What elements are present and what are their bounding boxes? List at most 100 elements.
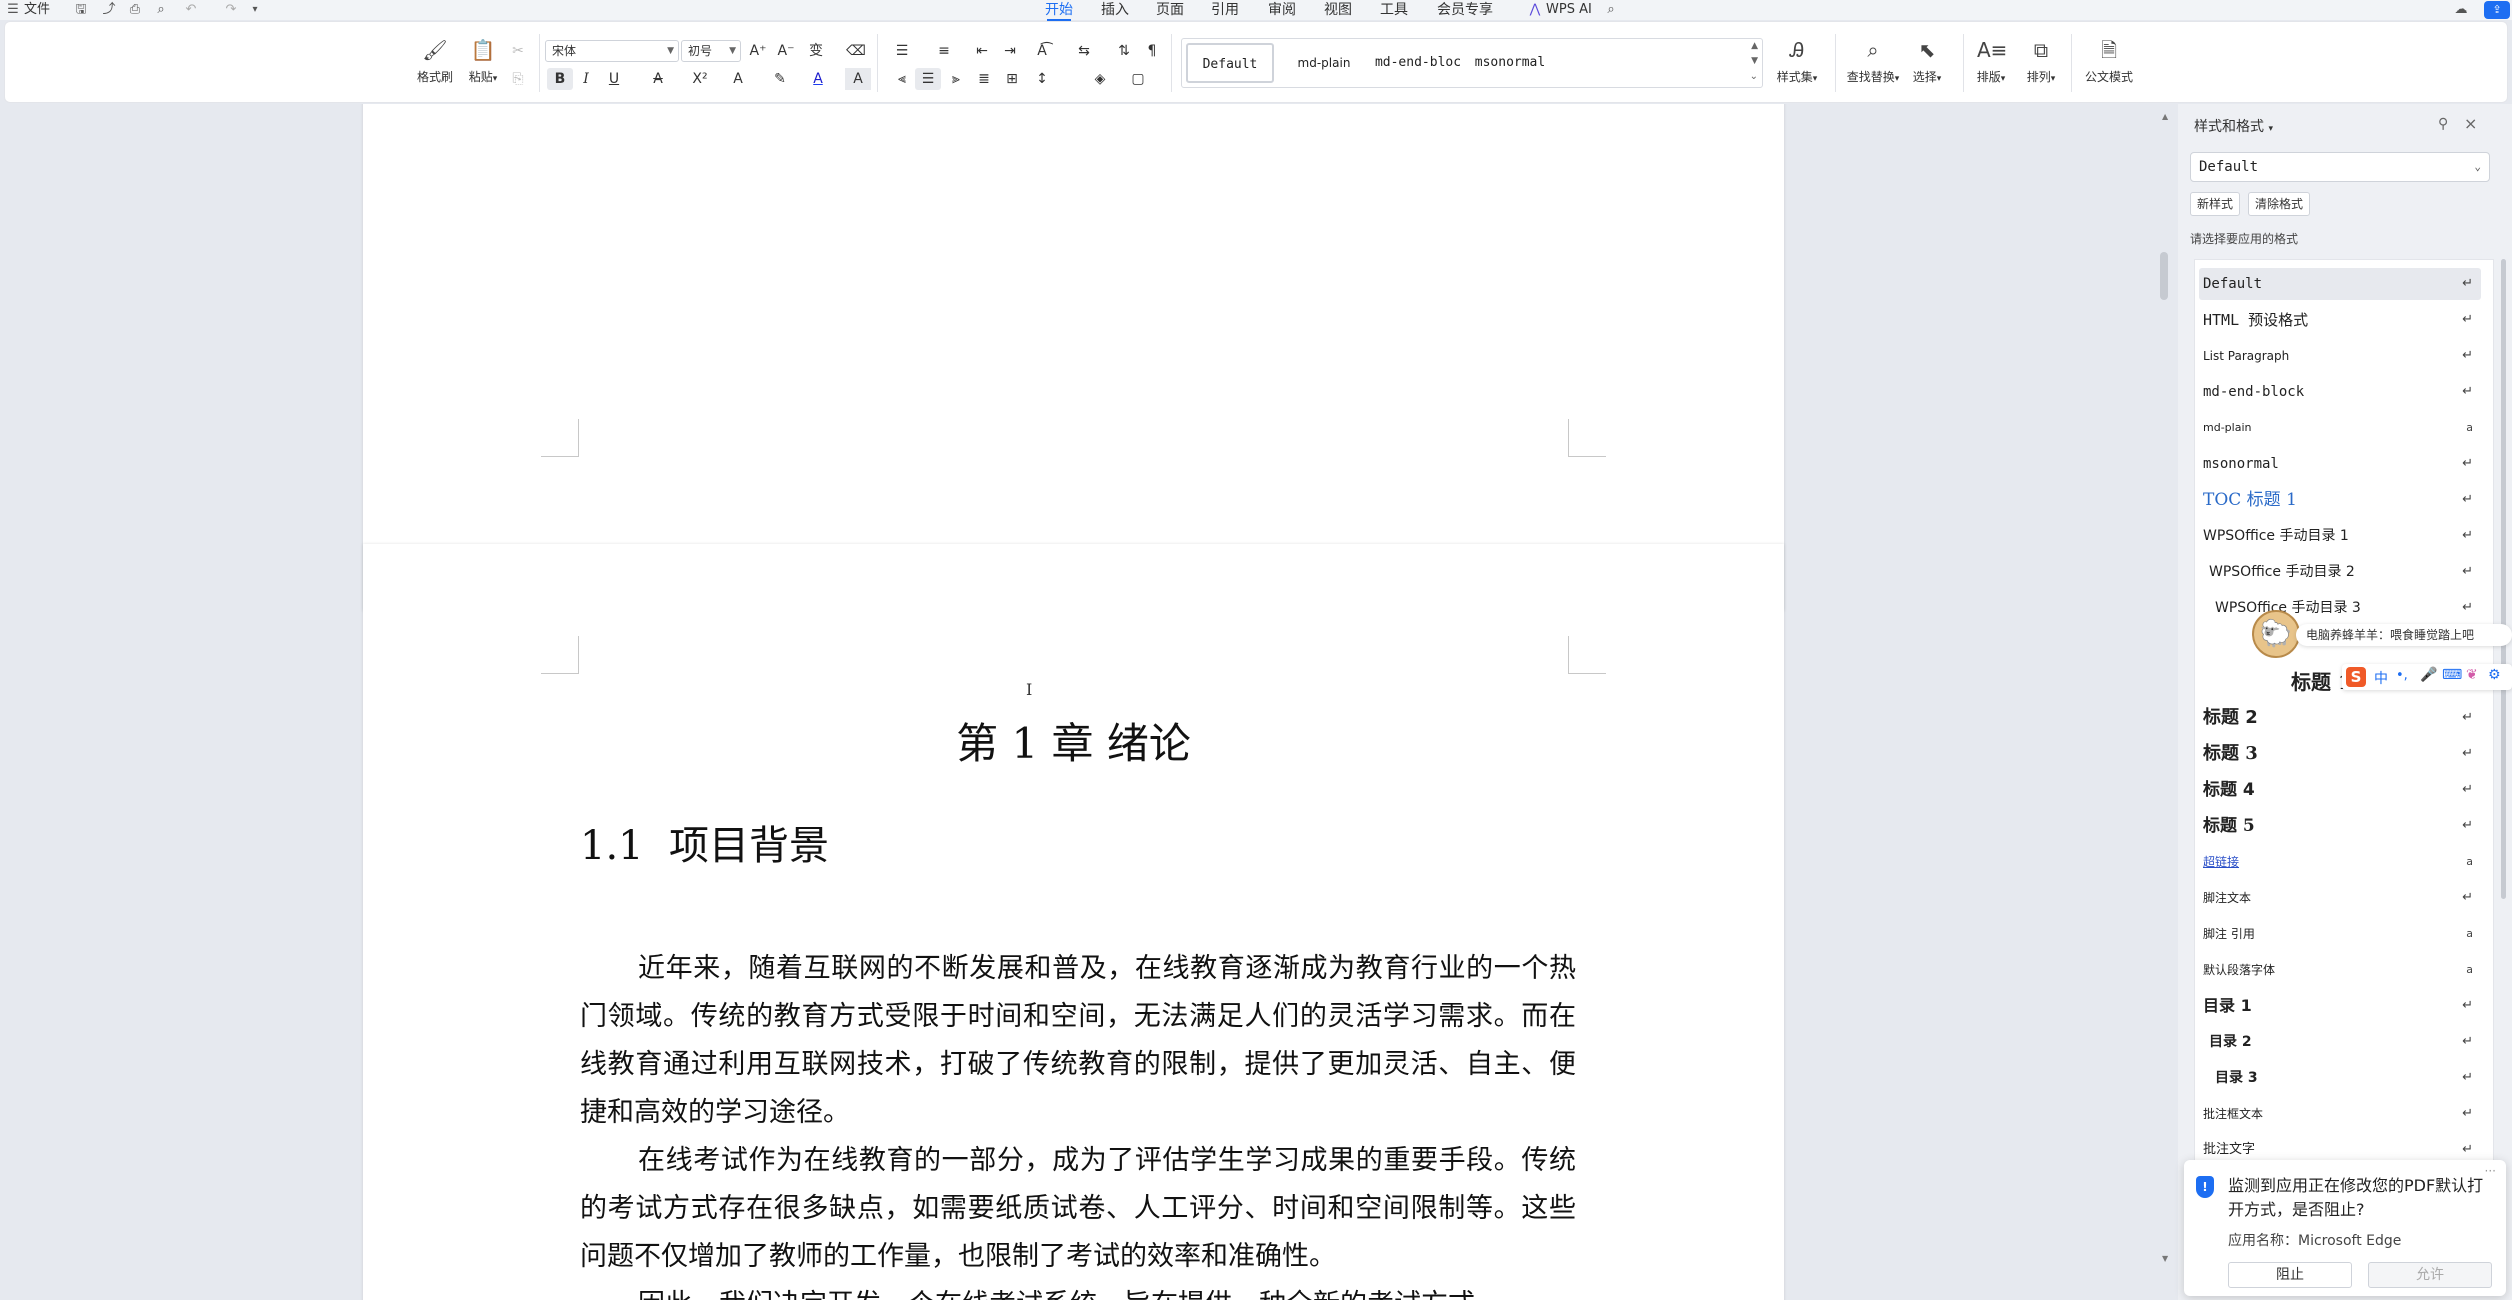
undo-icon[interactable]: ↶ bbox=[182, 1, 200, 19]
clear-format-icon[interactable]: ⌫ bbox=[843, 40, 869, 62]
tab-membership[interactable]: 会员专享 bbox=[1437, 0, 1493, 20]
style-item-balloon-text[interactable]: 批注框文本 ↵ bbox=[2199, 1098, 2481, 1130]
text-effect-icon[interactable]: A bbox=[725, 68, 751, 90]
format-painter-button[interactable]: 🖌 格式刷 bbox=[413, 36, 457, 85]
bold-icon[interactable]: B bbox=[547, 68, 573, 90]
cloud-sync-icon[interactable]: ☁ bbox=[2452, 1, 2470, 19]
ime-punctuation-icon[interactable]: •, bbox=[2396, 668, 2408, 683]
justify-icon[interactable]: ≣ bbox=[971, 68, 997, 90]
style-item-heading-2[interactable]: 标题 2 ↵ bbox=[2199, 702, 2481, 734]
microphone-icon[interactable]: 🎤 bbox=[2420, 667, 2437, 683]
style-item-md-plain[interactable]: md-plain a bbox=[2199, 412, 2481, 444]
style-item-toc-2[interactable]: 目录 2 ↵ bbox=[2199, 1026, 2481, 1058]
document-canvas[interactable]: I 第 1 章 绪论 1.1 项目背景 近年来，随着互联网的不断发展和普及，在线… bbox=[0, 104, 2165, 1300]
italic-icon[interactable]: I bbox=[573, 68, 599, 90]
font-name-select[interactable]: 宋体 ▼ bbox=[545, 40, 679, 62]
panel-scrollbar[interactable] bbox=[2500, 259, 2508, 899]
copy-icon[interactable]: ⎘ bbox=[505, 68, 531, 90]
save-icon[interactable]: 🖫 bbox=[72, 1, 90, 19]
panel-title[interactable]: 样式和格式 ▾ bbox=[2194, 116, 2273, 136]
style-item-manual-toc-3[interactable]: WPSOffice 手动目录 3 ↵ bbox=[2199, 592, 2481, 624]
typeset-button[interactable]: A≡ 排版▾ bbox=[1969, 36, 2013, 85]
gallery-scroll-up-icon[interactable]: ▲ bbox=[1751, 41, 1758, 51]
panel-scroll-thumb[interactable] bbox=[2501, 259, 2506, 899]
tab-review[interactable]: 审阅 bbox=[1268, 0, 1296, 20]
phonetic-guide-icon[interactable]: 变 bbox=[803, 40, 829, 62]
file-menu[interactable]: 文件 bbox=[24, 0, 50, 20]
gallery-style-md-end-block[interactable]: md-end-bloc bbox=[1374, 43, 1462, 83]
style-item-hyperlink[interactable]: 超链接 a bbox=[2199, 846, 2481, 878]
sort-icon[interactable]: ⇅ bbox=[1111, 40, 1137, 62]
tab-insert[interactable]: 插入 bbox=[1101, 0, 1129, 20]
ime-mascot-icon[interactable]: 🐑 bbox=[2252, 610, 2300, 658]
gallery-expand-icon[interactable]: ⌄ bbox=[1750, 71, 1758, 82]
font-size-select[interactable]: 初号 ▼ bbox=[681, 40, 741, 62]
gallery-style-default[interactable]: Default bbox=[1186, 43, 1274, 83]
gallery-style-md-plain[interactable]: md-plain bbox=[1280, 43, 1368, 83]
current-style-select[interactable]: Default ⌄ bbox=[2190, 152, 2490, 182]
ime-menu-icon[interactable]: ⚙ bbox=[2488, 667, 2501, 683]
tab-page[interactable]: 页面 bbox=[1156, 0, 1184, 20]
keyboard-icon[interactable]: ⌨ bbox=[2442, 667, 2462, 683]
shrink-font-icon[interactable]: A⁻ bbox=[773, 40, 799, 62]
style-item-list-paragraph[interactable]: List Paragraph ↵ bbox=[2199, 340, 2481, 372]
quick-access-more-icon[interactable]: ▾ bbox=[246, 1, 264, 19]
find-replace-button[interactable]: ⌕ 查找替换▾ bbox=[1841, 36, 1905, 85]
chinese-layout-icon[interactable]: ⇆ bbox=[1071, 40, 1097, 62]
grow-font-icon[interactable]: A⁺ bbox=[745, 40, 771, 62]
hamburger-icon[interactable]: ☰ bbox=[4, 1, 22, 19]
search-icon[interactable]: ⌕ bbox=[1602, 1, 1620, 19]
arrange-button[interactable]: ⧉ 排列▾ bbox=[2019, 36, 2063, 85]
block-button[interactable]: 阻止 bbox=[2228, 1262, 2352, 1288]
gallery-style-msonormal[interactable]: msonormal bbox=[1466, 43, 1554, 83]
new-style-button[interactable]: 新样式 bbox=[2190, 192, 2240, 216]
align-left-icon[interactable]: ⫷ bbox=[889, 68, 915, 90]
scroll-up-icon[interactable]: ▲ bbox=[2162, 112, 2168, 121]
shading-icon[interactable]: ◈ bbox=[1087, 68, 1113, 90]
style-item-html-preformatted[interactable]: HTML 预设格式 ↵ bbox=[2199, 304, 2481, 336]
style-item-msonormal[interactable]: msonormal ↵ bbox=[2199, 448, 2481, 480]
style-item-toc-1[interactable]: 目录 1 ↵ bbox=[2199, 990, 2481, 1022]
style-item-default-paragraph-font[interactable]: 默认段落字体 a bbox=[2199, 954, 2481, 986]
show-marks-icon[interactable]: ¶ bbox=[1139, 40, 1165, 62]
share-icon[interactable]: ⤴ bbox=[100, 1, 118, 19]
cut-icon[interactable]: ✂ bbox=[505, 40, 531, 62]
style-item-footnote-reference[interactable]: 脚注 引用 a bbox=[2199, 918, 2481, 950]
style-item-toc-heading[interactable]: TOC 标题 1 ↵ bbox=[2199, 484, 2481, 516]
borders-icon[interactable]: ▢ bbox=[1125, 68, 1151, 90]
share-collab-icon[interactable]: ⇪ bbox=[2484, 1, 2510, 19]
skin-icon[interactable]: ❦ bbox=[2466, 667, 2478, 683]
official-doc-mode-button[interactable]: 🗎 公文模式 bbox=[2079, 36, 2139, 85]
tab-home[interactable]: 开始 bbox=[1045, 0, 1073, 21]
style-item-heading-4[interactable]: 标题 4 ↵ bbox=[2199, 774, 2481, 806]
style-item-footnote-text[interactable]: 脚注文本 ↵ bbox=[2199, 882, 2481, 914]
clear-format-button[interactable]: 清除格式 bbox=[2248, 192, 2310, 216]
allow-button[interactable]: 允许 bbox=[2368, 1262, 2492, 1288]
underline-icon[interactable]: U bbox=[601, 68, 627, 90]
tab-tools[interactable]: 工具 bbox=[1380, 0, 1408, 20]
numbered-list-icon[interactable]: ≡ bbox=[931, 40, 957, 62]
gallery-scroll-down-icon[interactable]: ▼ bbox=[1751, 56, 1758, 66]
select-button[interactable]: ⬉ 选择▾ bbox=[1905, 36, 1949, 85]
align-right-icon[interactable]: ⫸ bbox=[943, 68, 969, 90]
tab-references[interactable]: 引用 bbox=[1211, 0, 1239, 20]
tab-view[interactable]: 视图 bbox=[1324, 0, 1352, 20]
text-direction-icon[interactable]: A͡ bbox=[1029, 40, 1055, 62]
style-item-manual-toc-2[interactable]: WPSOffice 手动目录 2 ↵ bbox=[2199, 556, 2481, 588]
style-item-md-end-block[interactable]: md-end-block ↵ bbox=[2199, 376, 2481, 408]
redo-icon[interactable]: ↷ bbox=[222, 1, 240, 19]
pin-icon[interactable]: ⚲ bbox=[2438, 116, 2448, 132]
document-scrollbar[interactable]: ▲ ▼ bbox=[2158, 104, 2170, 1300]
wps-ai-button[interactable]: WPS AI bbox=[1546, 0, 1592, 20]
style-item-heading-5[interactable]: 标题 5 ↵ bbox=[2199, 810, 2481, 842]
style-item-manual-toc-1[interactable]: WPSOffice 手动目录 1 ↵ bbox=[2199, 520, 2481, 552]
strikethrough-icon[interactable]: A bbox=[645, 68, 671, 90]
ime-mode-toggle[interactable]: 中 bbox=[2374, 668, 2388, 688]
close-icon[interactable]: × bbox=[2464, 114, 2477, 133]
style-item-toc-3[interactable]: 目录 3 ↵ bbox=[2199, 1062, 2481, 1094]
scroll-thumb[interactable] bbox=[2160, 252, 2168, 300]
print-preview-icon[interactable]: ⌕ bbox=[152, 1, 170, 19]
decrease-indent-icon[interactable]: ⇤ bbox=[969, 40, 995, 62]
sogou-logo-icon[interactable]: S bbox=[2346, 667, 2366, 687]
paste-button[interactable]: 📋 粘贴▾ bbox=[461, 36, 505, 85]
